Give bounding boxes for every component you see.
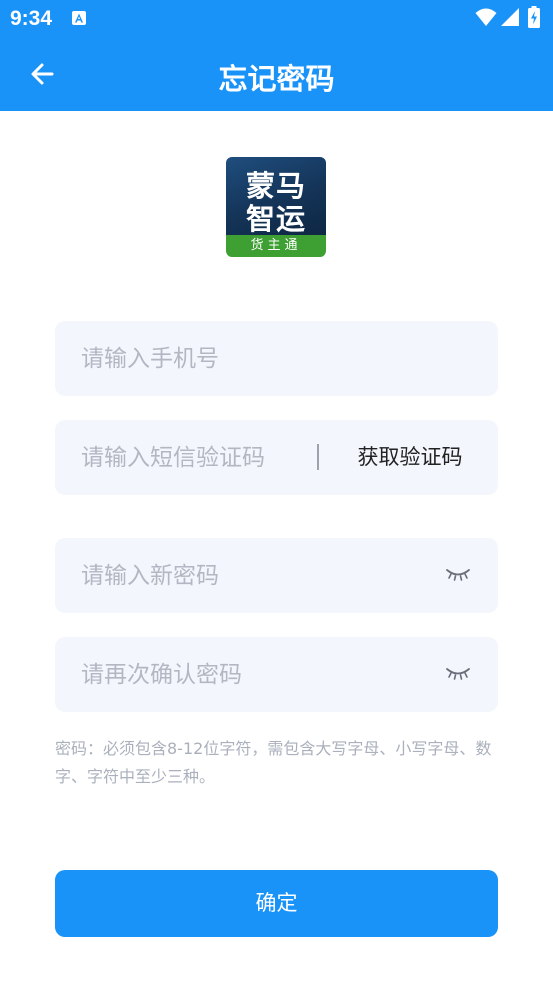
confirm-password-input[interactable] — [81, 637, 431, 712]
eye-closed-icon[interactable] — [445, 566, 471, 582]
status-time: 9:34 — [10, 7, 53, 30]
new-password-field — [55, 538, 498, 613]
logo-top: 蒙马 智运 — [226, 157, 326, 236]
phone-field — [55, 321, 498, 396]
page-title: 忘记密码 — [218, 62, 335, 96]
app-bar: 忘记密码 — [0, 36, 553, 111]
new-password-input[interactable] — [81, 538, 431, 613]
battery-charging-icon — [528, 6, 540, 28]
notification-a-icon — [72, 11, 86, 25]
password-hint: 密码：必须包含8-12位字符，需包含大写字母、小写字母、数字、字符中至少三种。 — [55, 739, 492, 786]
sms-code-field: 获取验证码 — [55, 420, 498, 495]
phone-input[interactable] — [81, 321, 471, 396]
field-divider — [317, 444, 319, 470]
confirm-button[interactable]: 确定 — [55, 870, 498, 937]
status-bar: 9:34 — [0, 0, 553, 36]
confirm-password-field — [55, 637, 498, 712]
eye-closed-icon[interactable] — [445, 665, 471, 681]
logo-line2: 智运 — [245, 202, 306, 236]
logo-subtitle: 货主通 — [226, 235, 326, 257]
app-logo: 蒙马 智运 货主通 — [226, 157, 326, 257]
wifi-icon — [475, 8, 497, 26]
get-code-button[interactable]: 获取验证码 — [335, 420, 485, 495]
signal-icon — [501, 8, 519, 26]
header: 9:34 忘记密码 — [0, 0, 553, 111]
sms-code-input[interactable] — [81, 420, 311, 495]
